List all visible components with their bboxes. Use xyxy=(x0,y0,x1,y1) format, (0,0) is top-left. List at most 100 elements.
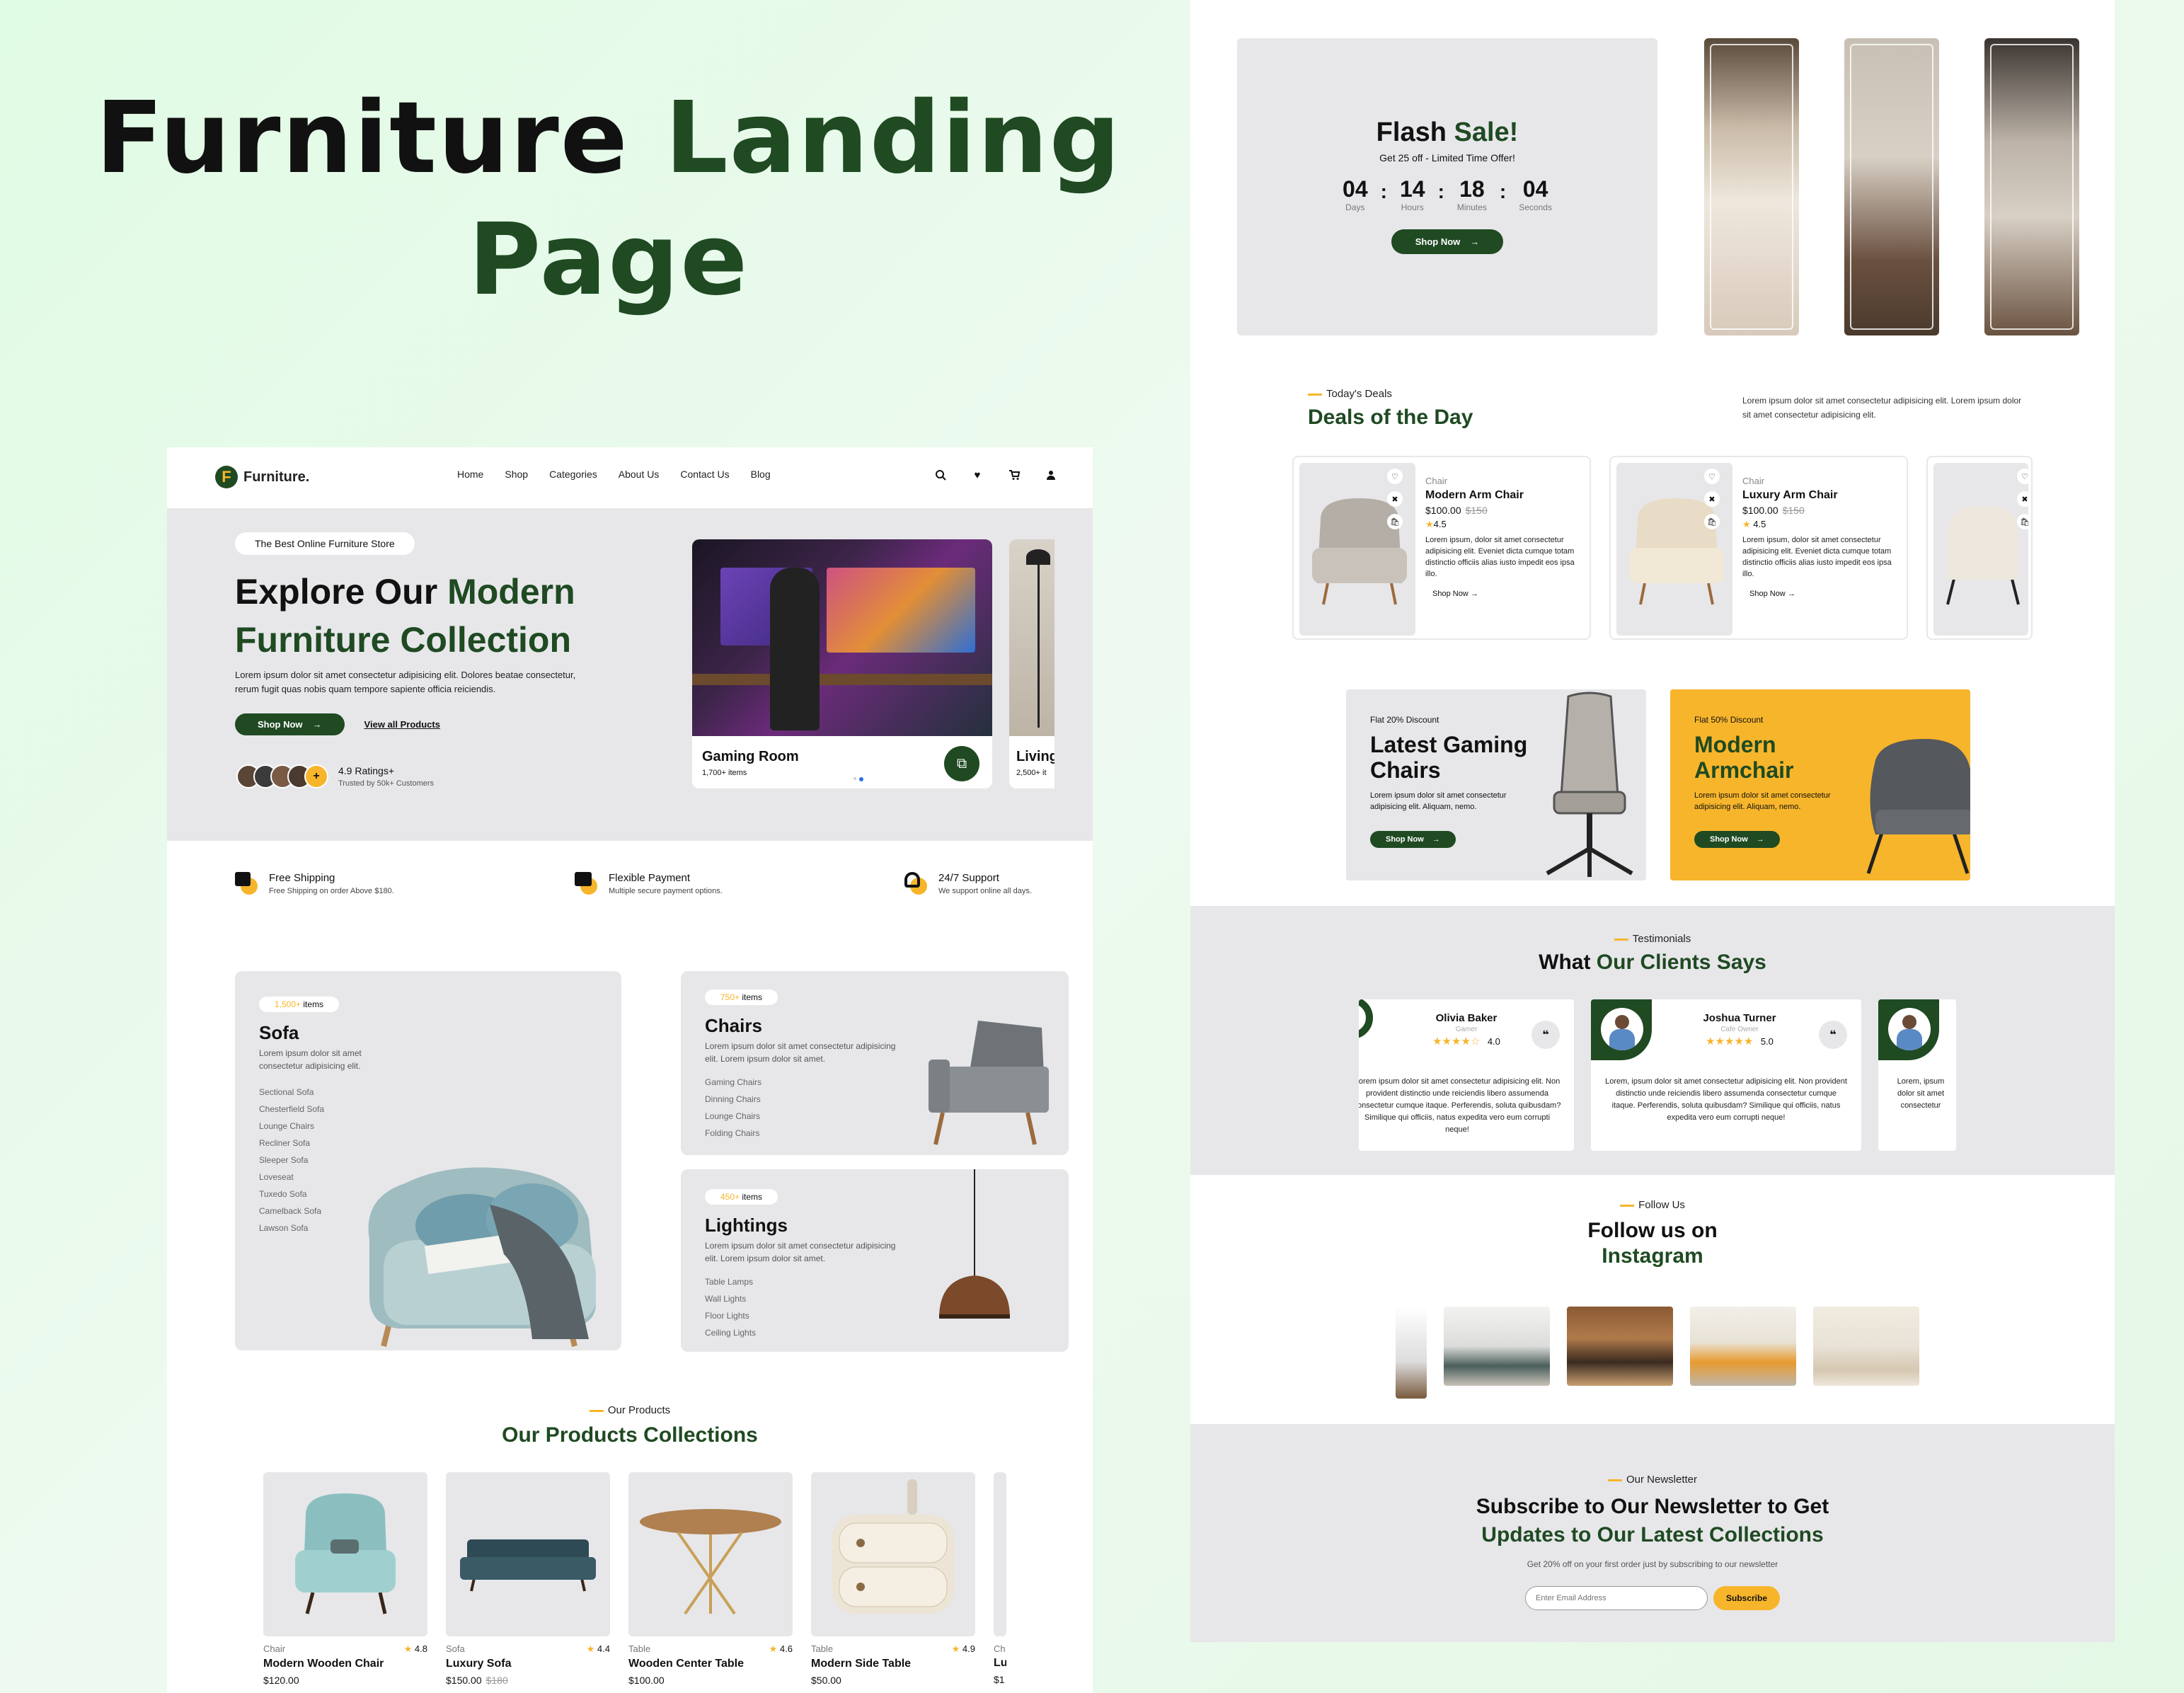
category-unit: items xyxy=(742,992,763,1002)
category-card-chairs[interactable]: 750+ items Chairs Lorem ipsum dolor sit … xyxy=(681,971,1069,1155)
promo-kicker: Flat 50% Discount xyxy=(1694,715,1764,725)
promo-shop-button[interactable]: Shop Now → xyxy=(1694,831,1780,848)
deal-card[interactable]: ♡ ✖ 🛍 Chair Modern Arm Chair $100.00 $150… xyxy=(1292,456,1591,640)
category-item[interactable]: Folding Chairs xyxy=(705,1125,917,1142)
sofa-chair-image xyxy=(368,1167,596,1347)
countdown-seconds: 04 xyxy=(1522,176,1548,202)
hero-title-a: Explore Our xyxy=(235,572,448,612)
testimonial-card: Joshua Turner Cafe Owner ★★★★★ 5.0 ❝ Lor… xyxy=(1591,999,1861,1151)
category-count: 1,500+ xyxy=(275,999,301,1009)
product-name: Wooden Center Table xyxy=(628,1658,744,1670)
promo-desc: Lorem ipsum dolor sit amet consectetur a… xyxy=(1370,791,1507,811)
newsletter-title-b: Updates to Our Latest Collections xyxy=(1481,1523,1824,1546)
room-card-living[interactable]: Living 2,500+ it xyxy=(1009,539,1054,788)
arrow-right-icon: → xyxy=(1470,236,1480,247)
instagram-photo[interactable] xyxy=(1690,1307,1796,1386)
deal-card[interactable]: ♡ ✖ 🛍 Chair Luxury Arm Chair $100.00 $150… xyxy=(1609,456,1908,640)
category-card-sofa[interactable]: 1,500+ items Sofa Lorem ipsum dolor sit … xyxy=(235,971,621,1350)
countdown-label: Hours xyxy=(1401,202,1424,212)
compare-icon[interactable]: ✖ xyxy=(1387,491,1403,507)
user-icon[interactable] xyxy=(1045,469,1057,481)
nav-link-about[interactable]: About Us xyxy=(619,469,660,480)
countdown-label: Days xyxy=(1345,202,1365,212)
product-card[interactable]: Table ★ 4.6 Wooden Center Table $100.00 xyxy=(628,1472,793,1686)
newsletter-title-a: Subscribe to Our Newsletter to Get xyxy=(1476,1495,1829,1518)
testimonial-text: Lorem, ipsum dolor sit amet consectetur … xyxy=(1895,1077,1946,1114)
interior-image-kitchen xyxy=(1704,38,1799,335)
compare-icon[interactable]: ✖ xyxy=(1704,491,1720,507)
cart-icon[interactable] xyxy=(1008,469,1021,481)
flash-shop-button[interactable]: Shop Now → xyxy=(1391,229,1504,254)
product-price: $1 xyxy=(994,1674,1005,1685)
promo-gaming-chairs[interactable]: Flat 20% Discount Latest Gaming Chairs Lo… xyxy=(1346,689,1646,880)
category-item[interactable]: Sectional Sofa xyxy=(259,1084,401,1101)
product-card-partial[interactable]: Ch Lu $1 xyxy=(994,1472,1006,1685)
subscribe-button[interactable]: Subscribe xyxy=(1713,1586,1781,1610)
hero-title-c: Furniture Collection xyxy=(235,620,571,660)
category-desc: Lorem ipsum dolor sit amet consectetur a… xyxy=(705,1241,896,1263)
bag-icon[interactable]: 🛍 xyxy=(1387,514,1403,529)
promo-modern-armchair[interactable]: Flat 50% Discount Modern Armchair Lorem i… xyxy=(1670,689,1970,880)
quote-icon: ❝ xyxy=(1819,1021,1847,1049)
product-price: $120.00 xyxy=(263,1675,299,1686)
hero-shop-label: Shop Now xyxy=(258,719,303,730)
external-link-icon[interactable]: ⧉ xyxy=(944,746,979,781)
deal-card-partial[interactable]: ♡ ✖ 🛍 xyxy=(1926,456,2033,640)
product-card[interactable]: Sofa ★ 4.4 Luxury Sofa $150.00 $180 xyxy=(446,1472,610,1686)
category-item[interactable]: Wall Lights xyxy=(705,1290,917,1307)
star-icon: ★ xyxy=(1742,519,1751,529)
heart-icon[interactable]: ♡ xyxy=(2017,469,2031,484)
category-item[interactable]: Ceiling Lights xyxy=(705,1324,917,1341)
nav-link-home[interactable]: Home xyxy=(457,469,483,480)
category-item[interactable]: Table Lamps xyxy=(705,1273,917,1290)
left-page-mockup: F Furniture. Home Shop Categories About … xyxy=(167,447,1093,1693)
feature-sub: Multiple secure payment options. xyxy=(609,887,723,895)
flash-title-b: Sale! xyxy=(1454,117,1519,147)
plus-icon: + xyxy=(304,764,328,788)
instagram-photo[interactable] xyxy=(1444,1307,1550,1386)
category-item[interactable]: Dinning Chairs xyxy=(705,1091,917,1108)
category-card-lightings[interactable]: 450+ items Lightings Lorem ipsum dolor s… xyxy=(681,1169,1069,1352)
category-item[interactable]: Lounge Chairs xyxy=(259,1118,401,1135)
email-input[interactable] xyxy=(1524,1586,1708,1610)
instagram-photo[interactable] xyxy=(1813,1307,1919,1386)
category-item[interactable]: Chesterfield Sofa xyxy=(259,1101,401,1118)
deal-old-price: $150 xyxy=(1465,505,1488,516)
hero-shop-button[interactable]: Shop Now → xyxy=(235,713,345,735)
view-all-products-link[interactable]: View all Products xyxy=(364,719,440,730)
search-icon[interactable] xyxy=(934,469,947,481)
room-card-gaming[interactable]: Gaming Room 1,700+ items ⧉ xyxy=(692,539,992,788)
deal-price: $100.00 xyxy=(1425,505,1461,516)
carousel-dots[interactable] xyxy=(854,777,863,781)
heart-icon[interactable]: ♡ xyxy=(1387,469,1403,484)
category-item[interactable]: Gaming Chairs xyxy=(705,1074,917,1091)
instagram-photo[interactable] xyxy=(1396,1307,1427,1399)
product-card[interactable]: Table ★ 4.9 Modern Side Table $50.00 xyxy=(811,1472,975,1686)
bag-icon[interactable]: 🛍 xyxy=(1704,514,1720,529)
product-card[interactable]: Chair ★ 4.8 Modern Wooden Chair $120.00 xyxy=(263,1472,427,1686)
arrow-right-icon: → xyxy=(1470,590,1478,598)
flash-sale-panel: Flash Sale! Get 25 off - Limited Time Of… xyxy=(1237,38,1657,335)
nav-link-blog[interactable]: Blog xyxy=(751,469,771,480)
nav-link-contact[interactable]: Contact Us xyxy=(680,469,729,480)
category-list: Table Lamps Wall Lights Floor Lights Cei… xyxy=(705,1273,917,1341)
category-item[interactable]: Floor Lights xyxy=(705,1307,917,1324)
deal-rating: 4.5 xyxy=(1433,519,1447,529)
nav-link-shop[interactable]: Shop xyxy=(505,469,528,480)
section-kicker: Our Products xyxy=(167,1404,1093,1416)
heart-icon[interactable]: ♥ xyxy=(971,469,984,481)
category-item[interactable]: Lounge Chairs xyxy=(705,1108,917,1125)
product-image xyxy=(446,1472,610,1636)
product-category: Chair xyxy=(263,1643,286,1654)
brand-logo[interactable]: F Furniture. xyxy=(215,466,309,488)
bag-icon[interactable]: 🛍 xyxy=(2017,514,2031,529)
deal-shop-link[interactable]: Shop Now → xyxy=(1749,590,1899,598)
heart-icon[interactable]: ♡ xyxy=(1704,469,1720,484)
deal-shop-link[interactable]: Shop Now → xyxy=(1432,590,1582,598)
nav-link-categories[interactable]: Categories xyxy=(549,469,597,480)
deal-name: Modern Arm Chair xyxy=(1425,489,1524,501)
instagram-photo[interactable] xyxy=(1567,1307,1673,1386)
promo-shop-button[interactable]: Shop Now → xyxy=(1370,831,1456,848)
promo-title-b: Armchair xyxy=(1694,757,1794,783)
compare-icon[interactable]: ✖ xyxy=(2017,491,2031,507)
